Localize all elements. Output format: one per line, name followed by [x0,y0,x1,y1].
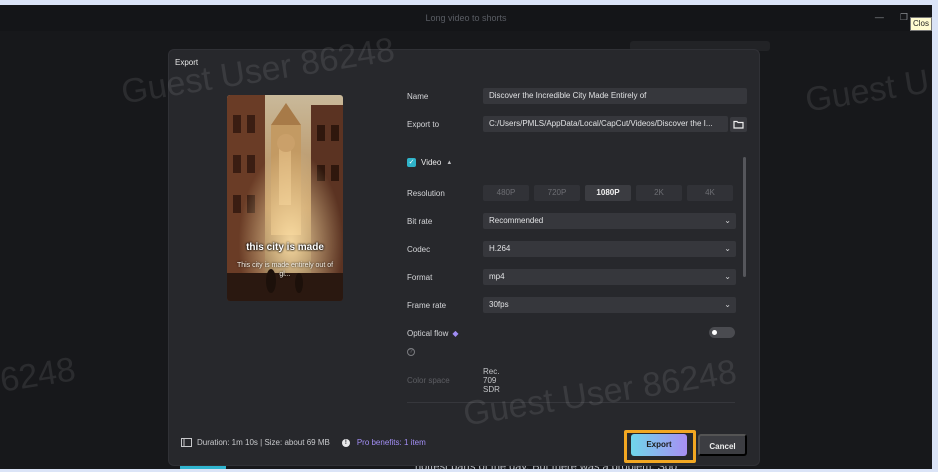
title-bar: Long video to shorts — ❐ [0,5,932,31]
video-label: Video [421,158,442,167]
resolution-1080p[interactable]: 1080P [585,185,631,201]
browse-folder-button[interactable] [730,117,747,132]
color-space-label: Color space [407,375,450,385]
chevron-down-icon: ⌄ [724,216,731,225]
toggle-knob [712,330,717,335]
resolution-4k[interactable]: 4K [687,185,733,201]
window-controls: — ❐ [875,12,908,23]
chevron-down-icon: ⌄ [724,272,731,281]
export-path-input[interactable]: C:/Users/PMLS/AppData/Local/CapCut/Video… [483,116,728,132]
name-input[interactable]: Discover the Incredible City Made Entire… [483,88,747,104]
info-icon: ! [341,438,350,447]
dialog-title: Export [175,58,199,67]
export-footer: Duration: 1m 10s | Size: about 69 MB ! P… [181,438,426,447]
close-tooltip: Clos [910,17,933,31]
export-button[interactable]: Export [631,434,687,456]
format-label: Format [407,272,433,282]
preview-caption-title: this city is made [246,242,324,253]
codec-label: Codec [407,244,431,254]
minimize-button[interactable]: — [875,12,884,23]
section-divider [407,402,735,403]
export-dialog: Export this city is made This city is ma… [169,50,759,465]
frame-rate-label: Frame rate [407,300,447,310]
bit-rate-label: Bit rate [407,216,433,226]
pro-gem-icon: ◆ [452,328,459,338]
film-icon [181,438,192,447]
codec-select[interactable]: H.264 ⌄ [483,241,736,257]
bit-rate-value: Recommended [489,216,544,225]
frame-rate-select[interactable]: 30fps ⌄ [483,297,736,313]
format-value: mp4 [489,272,505,281]
video-section-toggle[interactable]: ✓ Video ▲ [407,158,452,167]
preview-caption-subtitle: This city is made entirely out of gl... [236,262,334,278]
export-to-label: Export to [407,119,440,129]
collapse-caret-icon[interactable]: ▲ [446,160,452,166]
optical-flow-label: Optical flow ◆ [407,328,459,338]
optical-flow-toggle[interactable] [709,327,735,338]
pro-benefits-link[interactable]: Pro benefits: 1 item [357,438,426,447]
duration-size-text: Duration: 1m 10s | Size: about 69 MB [197,438,330,447]
resolution-options: 480P 720P 1080P 2K 4K [483,185,733,201]
folder-icon [733,120,744,129]
name-label: Name [407,91,429,101]
video-preview: this city is made This city is made enti… [227,95,343,301]
video-checkbox[interactable]: ✓ [407,158,416,167]
resolution-2k[interactable]: 2K [636,185,682,201]
app-window: Long video to shorts — ❐ hottest parts o… [0,5,932,469]
settings-scrollbar[interactable] [743,157,746,277]
help-icon[interactable]: ? [407,348,415,356]
color-space-value: Rec. 709 SDR [483,366,500,394]
app-title: Long video to shorts [425,13,507,23]
resolution-label: Resolution [407,188,445,198]
frame-rate-value: 30fps [489,300,509,309]
bit-rate-select[interactable]: Recommended ⌄ [483,213,736,229]
resolution-480p[interactable]: 480P [483,185,529,201]
restore-button[interactable]: ❐ [900,12,908,23]
screen-edge [932,0,938,472]
resolution-720p[interactable]: 720P [534,185,580,201]
codec-value: H.264 [489,244,511,253]
cancel-button[interactable]: Cancel [698,434,747,456]
chevron-down-icon: ⌄ [724,300,731,309]
chevron-down-icon: ⌄ [724,244,731,253]
format-select[interactable]: mp4 ⌄ [483,269,736,285]
